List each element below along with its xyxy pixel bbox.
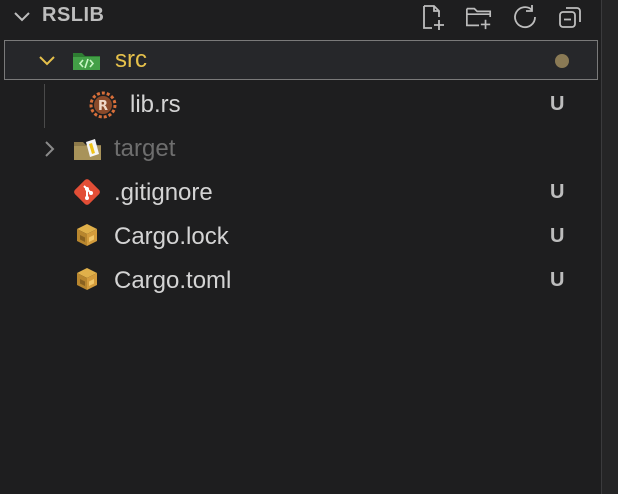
tree-item-cargo-toml[interactable]: Cargo.toml U bbox=[0, 259, 601, 303]
git-status-untracked: U bbox=[550, 225, 565, 247]
svg-text:R: R bbox=[98, 99, 108, 114]
tree-item-lib-rs[interactable]: R lib.rs U bbox=[0, 83, 601, 127]
chevron-right-icon[interactable] bbox=[40, 139, 60, 159]
modified-dot bbox=[555, 54, 569, 68]
explorer-actions bbox=[419, 2, 585, 32]
tree-item-src[interactable]: src bbox=[4, 40, 598, 80]
git-icon bbox=[72, 177, 102, 207]
tree-item-target[interactable]: target bbox=[0, 127, 601, 171]
collapse-all-icon[interactable] bbox=[557, 3, 585, 31]
tree-item-label: Cargo.lock bbox=[114, 223, 229, 250]
tree-item-label: Cargo.toml bbox=[114, 267, 232, 294]
tree-item-gitignore[interactable]: .gitignore U bbox=[0, 171, 601, 215]
refresh-icon[interactable] bbox=[511, 3, 539, 31]
chevron-down-icon[interactable] bbox=[12, 8, 32, 26]
new-file-icon[interactable] bbox=[419, 3, 447, 31]
folder-src-icon bbox=[71, 45, 101, 75]
cargo-package-icon bbox=[72, 221, 102, 251]
cargo-package-icon bbox=[72, 265, 102, 295]
rust-file-icon: R bbox=[88, 90, 118, 120]
workspace-title: RSLIB bbox=[42, 4, 105, 26]
explorer-header[interactable]: RSLIB bbox=[0, 0, 601, 34]
panel-divider[interactable] bbox=[601, 0, 618, 494]
tree-item-label: .gitignore bbox=[114, 179, 213, 206]
git-status-untracked: U bbox=[550, 181, 565, 203]
tree-item-cargo-lock[interactable]: Cargo.lock U bbox=[0, 215, 601, 259]
tree-item-label: lib.rs bbox=[130, 91, 181, 118]
git-status-untracked: U bbox=[550, 269, 565, 291]
git-status-untracked: U bbox=[550, 93, 565, 115]
tree-item-label: target bbox=[114, 135, 176, 162]
folder-target-icon bbox=[72, 134, 102, 164]
explorer-panel: RSLIB src R lib.rs U target .gitignore U… bbox=[0, 0, 601, 494]
tree-item-label: src bbox=[115, 46, 147, 73]
new-folder-icon[interactable] bbox=[465, 3, 493, 31]
chevron-down-icon[interactable] bbox=[37, 51, 57, 71]
